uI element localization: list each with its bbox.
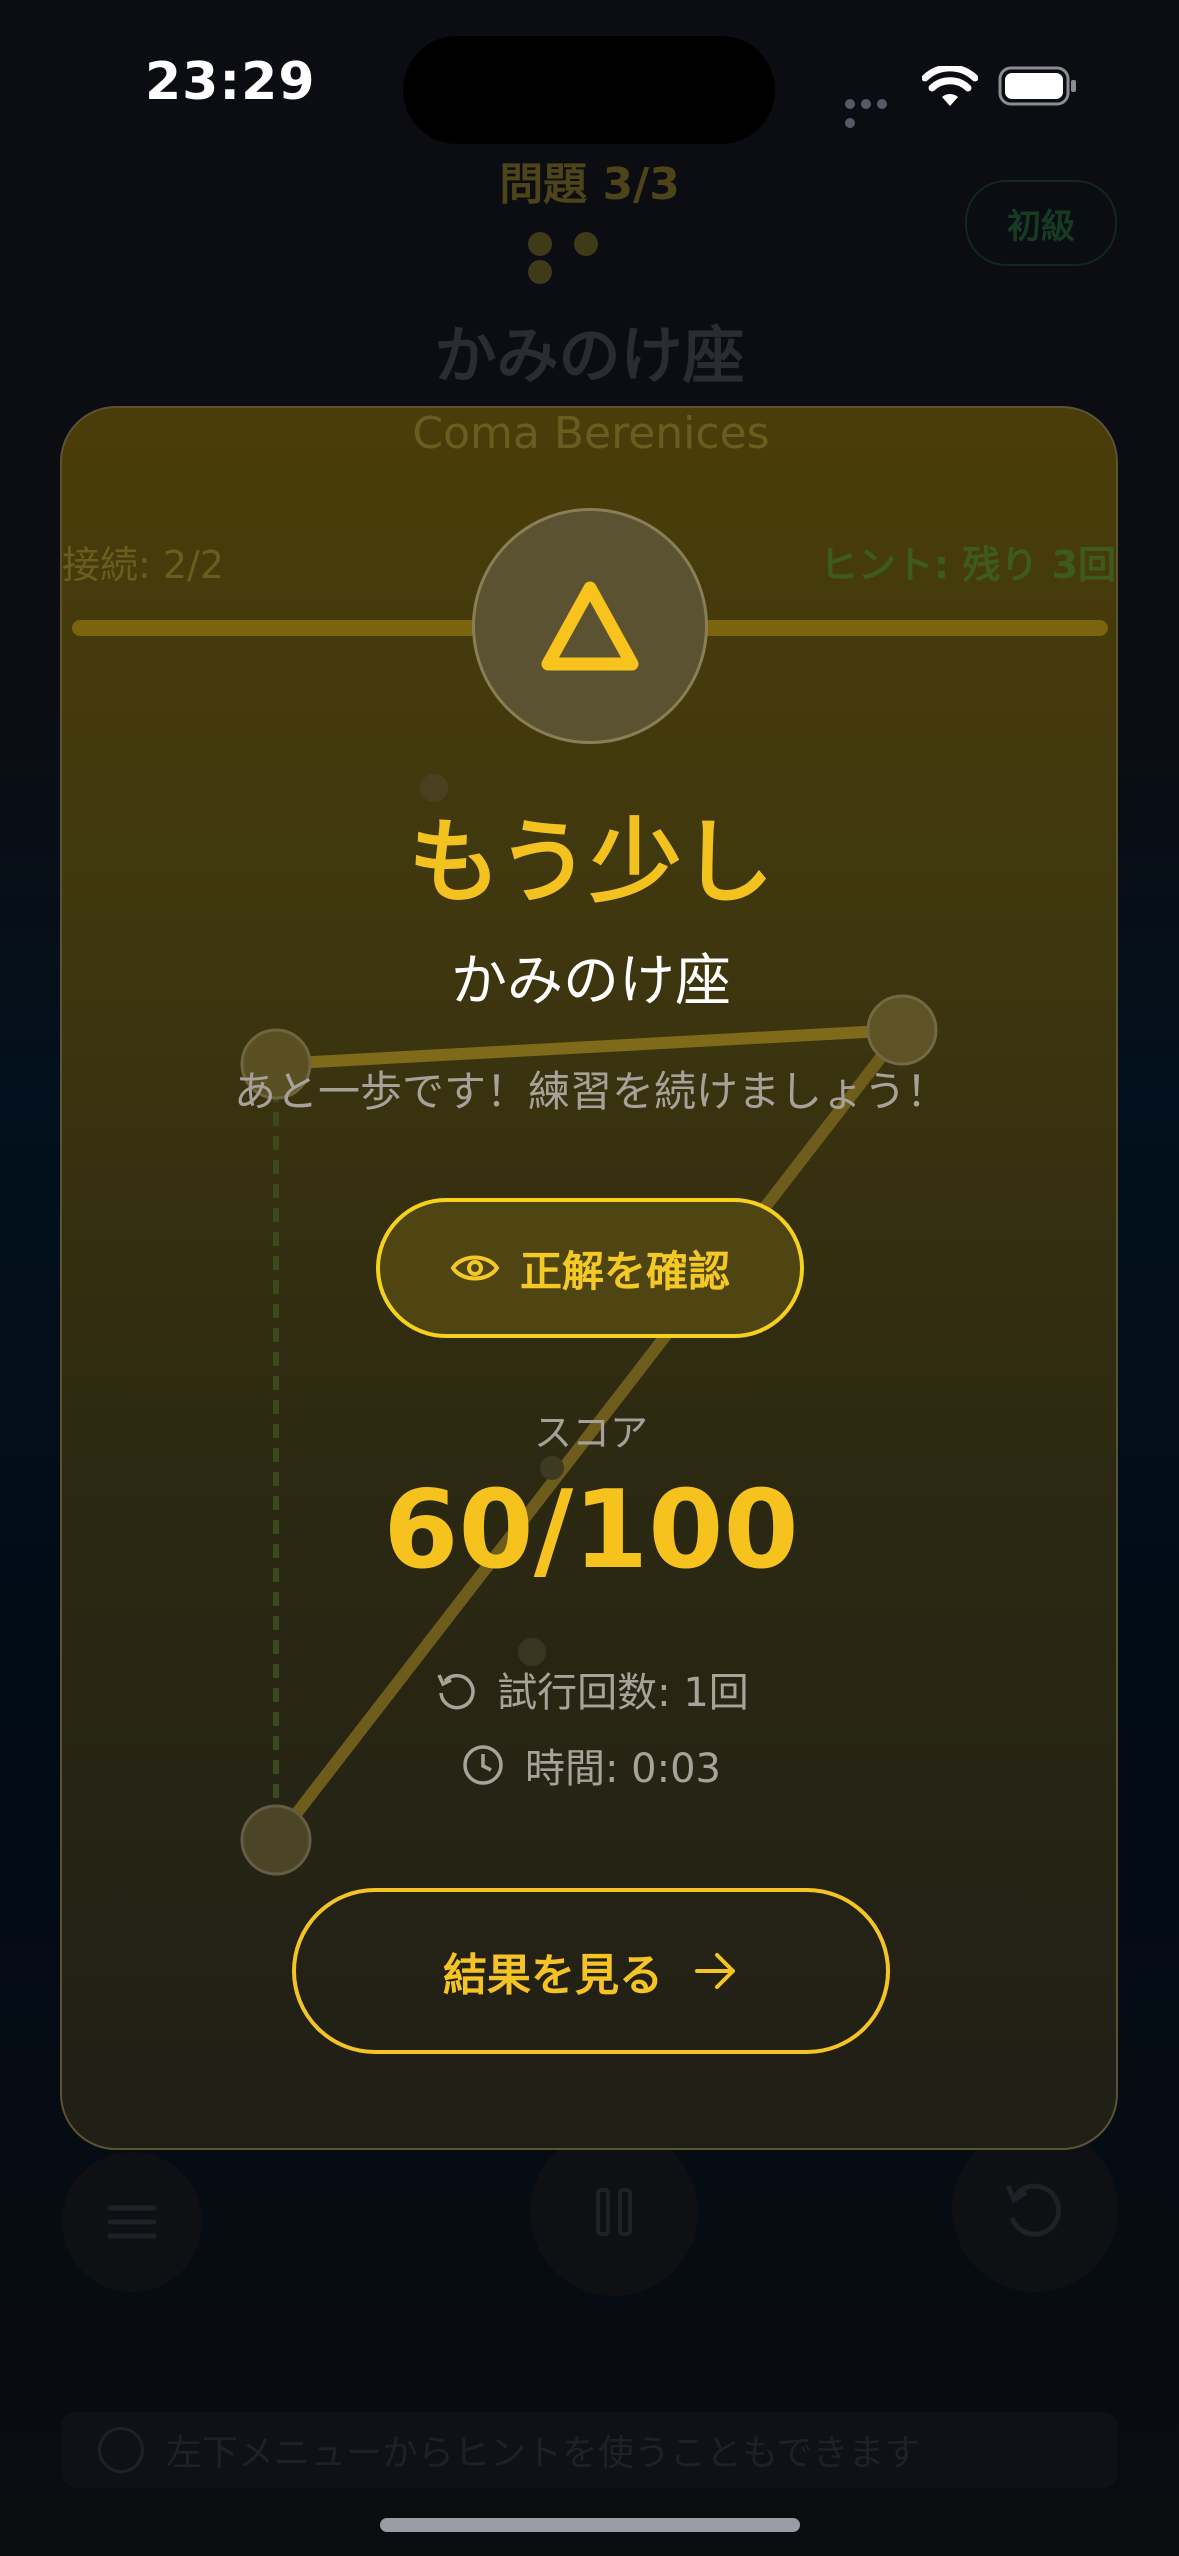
view-results-button[interactable]: 結果を見る xyxy=(292,1888,890,2054)
clock-icon xyxy=(463,1745,503,1785)
cellular-signal-icon xyxy=(845,94,907,128)
status-bar: 23:29 xyxy=(0,0,1179,170)
attempts-text: 試行回数: 1回 xyxy=(497,1670,749,1716)
background-title: かみのけ座 xyxy=(434,319,745,392)
encouragement-message: あと一歩です！練習を続けましょう！ xyxy=(233,1067,948,1116)
warning-badge xyxy=(472,508,708,744)
hint-tip-banner: 左下メニューからヒントを使うこともできます xyxy=(62,2412,1117,2488)
reset-button[interactable] xyxy=(952,2126,1118,2292)
constellation-name: かみのけ座 xyxy=(451,949,731,1014)
pause-button[interactable] xyxy=(530,2128,698,2296)
home-indicator xyxy=(380,2518,800,2532)
menu-icon xyxy=(107,2205,157,2239)
battery-icon xyxy=(998,66,1076,106)
result-modal: Coma Berenices 接続: 2/2 ヒント: 残り 3回 もう少し か… xyxy=(60,406,1118,2150)
score-value: 60/100 xyxy=(383,1468,799,1593)
wifi-icon xyxy=(922,66,978,106)
show-answer-button[interactable]: 正解を確認 xyxy=(376,1198,804,1338)
warning-triangle-icon xyxy=(541,581,639,671)
view-results-label: 結果を見る xyxy=(443,1950,663,2001)
reset-icon xyxy=(1005,2183,1062,2237)
status-time: 23:29 xyxy=(145,52,316,112)
retry-icon xyxy=(437,1673,475,1710)
level-badge: 初級 xyxy=(965,180,1117,266)
time-stat: 時間: 0:03 xyxy=(62,1736,1116,1794)
star-node xyxy=(240,1804,312,1876)
show-answer-label: 正解を確認 xyxy=(519,1246,730,1296)
progress-dots xyxy=(528,232,652,284)
time-text: 時間: 0:03 xyxy=(524,1746,721,1792)
score-label: スコア xyxy=(533,1411,648,1455)
arrow-right-icon xyxy=(695,1953,735,1989)
hint-tip-text: 左下メニューからヒントを使うこともできます xyxy=(166,2433,921,2474)
pause-icon xyxy=(596,2188,632,2236)
menu-button[interactable] xyxy=(62,2152,202,2292)
result-headline: もう少し xyxy=(408,809,774,916)
dynamic-island xyxy=(403,36,775,144)
help-icon xyxy=(98,2427,144,2473)
attempts-stat: 試行回数: 1回 xyxy=(62,1660,1116,1718)
eye-icon xyxy=(450,1255,500,1281)
